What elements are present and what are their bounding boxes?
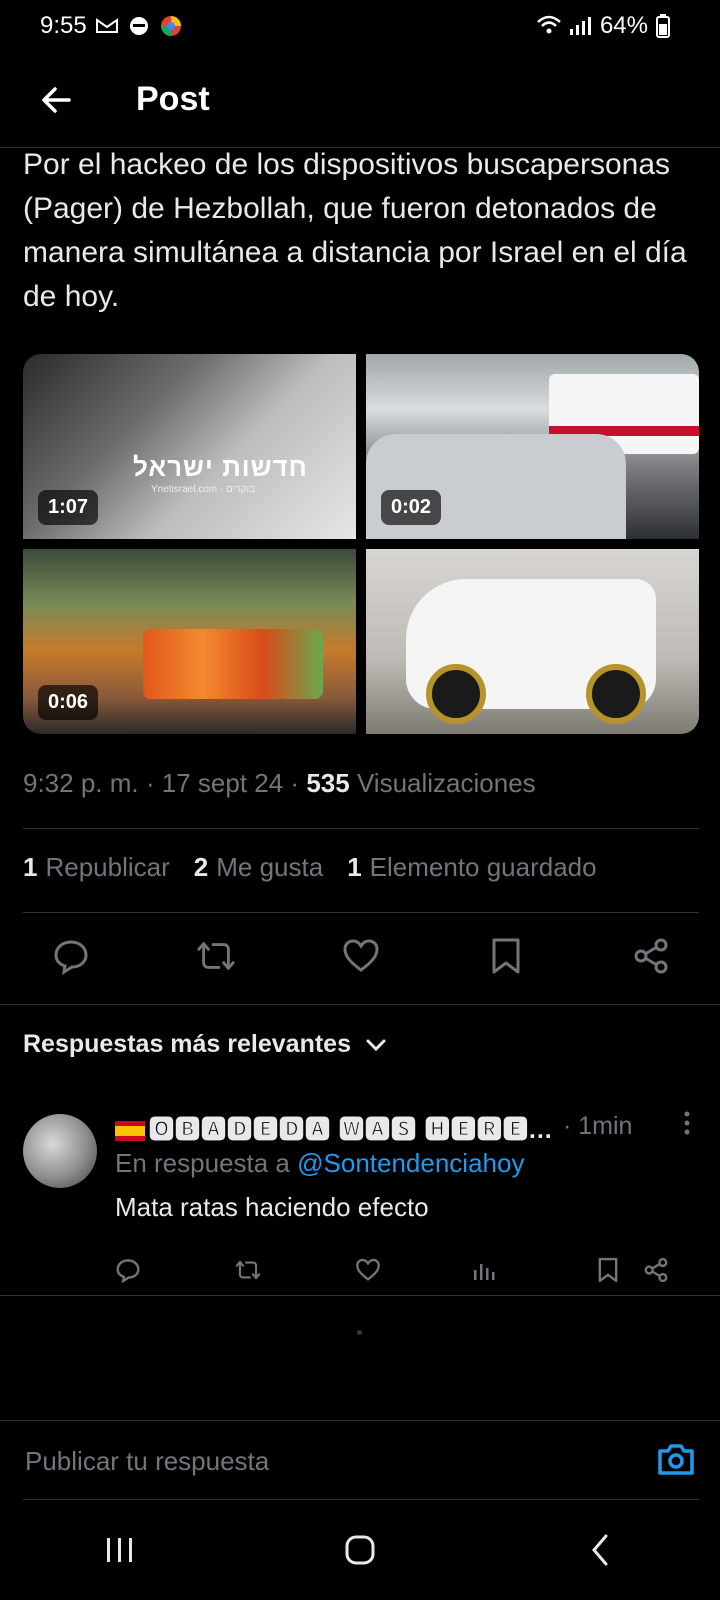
- recent-apps-button[interactable]: [90, 1520, 150, 1580]
- page-title: Post: [136, 80, 210, 118]
- status-time: 9:55: [40, 12, 87, 39]
- reply-input[interactable]: [23, 1433, 623, 1489]
- status-bar: 9:55 64%: [0, 0, 720, 52]
- share-icon: [644, 1257, 668, 1283]
- mentioned-handle-link[interactable]: @Sontendenciahoy: [297, 1148, 524, 1178]
- reply-time: · 1min: [563, 1112, 633, 1140]
- post-action-bar: [23, 918, 699, 994]
- video-duration-badge: 1:07: [38, 490, 99, 525]
- section-separator: [0, 1295, 720, 1296]
- arrow-left-icon: [42, 86, 71, 113]
- bookmark-button[interactable]: [486, 936, 526, 976]
- views-label: Visualizaciones: [356, 768, 536, 798]
- chrome-icon: [159, 14, 183, 38]
- reply-bookmark-button[interactable]: [595, 1257, 621, 1283]
- system-back-button[interactable]: [570, 1520, 630, 1580]
- post-date: 17 sept 24: [161, 768, 284, 798]
- top-app-bar: Post: [0, 52, 720, 148]
- reply-context: En respuesta a @Sontendenciahoy: [115, 1148, 525, 1178]
- bookmark-icon: [492, 938, 520, 974]
- app-notification-icon: [127, 14, 151, 38]
- reposts-stat[interactable]: 1 Republicar: [23, 852, 170, 883]
- chevron-down-icon: [366, 1039, 386, 1051]
- media-grid: חדשות ישראל Ynetisrael.com · בוקרים 1:07…: [23, 354, 699, 734]
- analytics-icon: [474, 1264, 495, 1280]
- reply-item[interactable]: 🅾🅱🅰🅳🅴🅳🅰 🆆🅰🆂 🅷🅴🆁🅴... · 1min En respuesta …: [23, 1110, 699, 1283]
- more-options-button[interactable]: [683, 1110, 691, 1143]
- system-navigation-bar: [0, 1500, 720, 1600]
- reply-views-button[interactable]: [471, 1257, 497, 1283]
- divider: [23, 828, 699, 829]
- image-thumbnail-4[interactable]: [366, 549, 699, 734]
- bookmark-icon: [598, 1257, 618, 1283]
- like-button[interactable]: [341, 936, 381, 976]
- video-thumbnail-1[interactable]: חדשות ישראל Ynetisrael.com · בוקרים 1:07: [23, 354, 356, 539]
- reply-composer: [0, 1420, 720, 1500]
- reply-like-button[interactable]: [355, 1257, 381, 1283]
- avatar[interactable]: [23, 1114, 97, 1188]
- heart-icon: [356, 1258, 380, 1281]
- replies-sort-dropdown[interactable]: Respuestas más relevantes: [23, 1030, 387, 1059]
- share-button[interactable]: [631, 936, 671, 976]
- bookmarks-stat[interactable]: 1 Elemento guardado: [347, 852, 596, 883]
- reply-icon: [54, 940, 88, 975]
- signal-icon: [568, 14, 592, 38]
- camera-icon: [658, 1444, 694, 1475]
- video-duration-badge: 0:06: [38, 685, 99, 720]
- battery-icon: [656, 14, 680, 38]
- camera-button[interactable]: [656, 1439, 700, 1483]
- video-overlay-text: חדשות ישראל: [133, 452, 308, 482]
- reply-repost-button[interactable]: [235, 1257, 261, 1283]
- likes-stat[interactable]: 2 Me gusta: [194, 852, 323, 883]
- home-icon: [345, 1535, 375, 1565]
- reply-share-button[interactable]: [643, 1257, 669, 1283]
- video-thumbnail-2[interactable]: 0:02: [366, 354, 699, 539]
- reply-icon: [116, 1259, 140, 1283]
- reply-text: Mata ratas haciendo efecto: [115, 1192, 429, 1222]
- chevron-left-icon: [592, 1534, 608, 1566]
- recent-apps-icon: [107, 1538, 132, 1562]
- reply-author-name[interactable]: 🅾🅱🅰🅳🅴🅳🅰 🆆🅰🆂 🅷🅴🆁🅴...: [115, 1110, 553, 1146]
- home-button[interactable]: [330, 1520, 390, 1580]
- wifi-icon: [536, 14, 561, 38]
- repost-icon: [235, 1260, 261, 1280]
- post-time: 9:32 p. m.: [23, 768, 139, 798]
- section-separator: [0, 1004, 720, 1005]
- back-button[interactable]: [28, 72, 84, 128]
- reply-reply-button[interactable]: [115, 1257, 141, 1283]
- engagement-stats: 1 Republicar 2 Me gusta 1 Elemento guardado: [23, 852, 597, 883]
- reply-action-bar: [103, 1245, 693, 1295]
- heart-icon: [343, 939, 379, 972]
- share-icon: [634, 938, 668, 974]
- repost-icon: [197, 942, 235, 970]
- video-overlay-subtext: Ynetisrael.com · בוקרים: [151, 484, 256, 495]
- video-duration-badge: 0:02: [381, 490, 442, 525]
- views-count: 535: [306, 768, 350, 798]
- post-body-text: Por el hackeo de los dispositivos buscap…: [23, 148, 687, 313]
- gmail-icon: [95, 14, 119, 38]
- video-thumbnail-3[interactable]: 0:06: [23, 549, 356, 734]
- loading-indicator: [357, 1330, 362, 1335]
- spain-flag-icon: [115, 1121, 145, 1142]
- repost-button[interactable]: [196, 936, 236, 976]
- more-vertical-icon: [684, 1111, 690, 1135]
- replies-sort-label: Respuestas más relevantes: [23, 1030, 351, 1058]
- divider: [23, 912, 699, 913]
- battery-percentage: 64%: [599, 12, 648, 39]
- reply-button[interactable]: [51, 936, 91, 976]
- post-meta: 9:32 p. m. · 17 sept 24 · 535 Visualizac…: [23, 768, 536, 798]
